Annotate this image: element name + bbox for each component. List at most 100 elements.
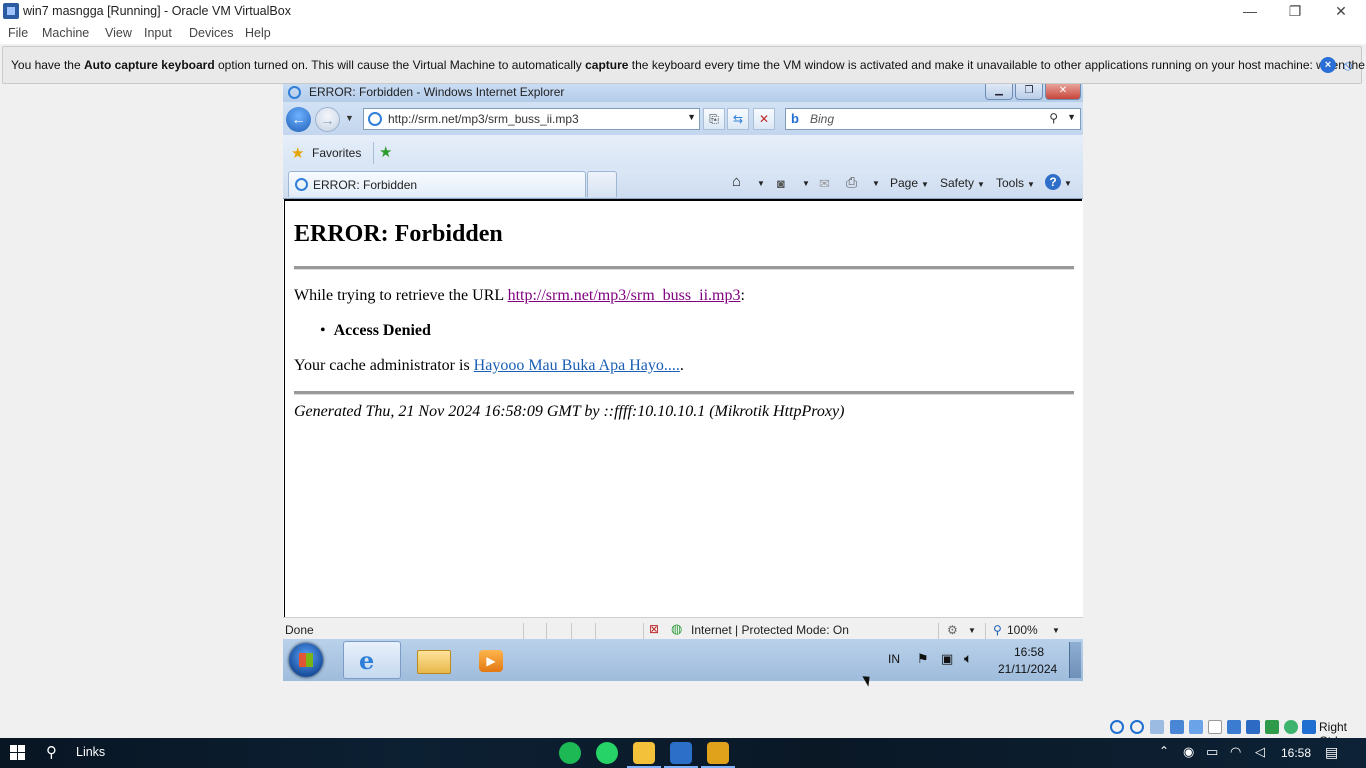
address-dropdown-icon[interactable]: ▼ bbox=[687, 112, 696, 122]
security-zone[interactable]: Internet | Protected Mode: On bbox=[691, 623, 849, 637]
admin-link[interactable]: Hayooo Mau Buka Apa Hayo.... bbox=[474, 357, 680, 374]
display-icon[interactable] bbox=[1227, 720, 1241, 734]
mute-notice-icon[interactable]: ⦸ bbox=[1340, 57, 1356, 73]
notifications-icon[interactable]: ▤ bbox=[1325, 744, 1338, 761]
stop-icon[interactable]: ✕ bbox=[753, 108, 775, 130]
protected-mode-icon[interactable]: ⚙ bbox=[947, 623, 958, 637]
menu-machine[interactable]: Machine bbox=[42, 26, 89, 40]
app-taskbar-icon[interactable] bbox=[707, 742, 729, 764]
back-button[interactable]: ← bbox=[286, 107, 311, 132]
hard-disk-icon[interactable] bbox=[1110, 720, 1124, 734]
keyboard-capture-icon[interactable] bbox=[1302, 720, 1316, 734]
divider bbox=[373, 142, 374, 164]
ie-close-button[interactable]: ✕ bbox=[1045, 84, 1081, 100]
tab-bar: ERROR: Forbidden ⌂ ▼ ◙ ▼ ✉ ⎙ ▼ Page ▼ Saf… bbox=[283, 169, 1083, 199]
action-center-icon[interactable]: ⚑ bbox=[917, 651, 929, 667]
file-explorer-icon[interactable] bbox=[633, 742, 655, 764]
ie-maximize-button[interactable]: ❐ bbox=[1015, 84, 1043, 100]
whatsapp-icon[interactable] bbox=[596, 742, 618, 764]
shared-folders-icon[interactable] bbox=[1208, 720, 1222, 734]
show-hidden-icons[interactable]: ⌃ bbox=[1159, 744, 1169, 758]
optical-drive-icon[interactable] bbox=[1130, 720, 1144, 734]
new-tab-button[interactable] bbox=[587, 171, 617, 197]
menu-view[interactable]: View bbox=[105, 26, 132, 40]
refresh-icon[interactable]: ⇆ bbox=[727, 108, 749, 130]
search-icon[interactable]: ⚲ bbox=[1049, 111, 1058, 125]
ie-navigation-bar: ← → ▼ http://srm.net/mp3/srm_buss_ii.mp3… bbox=[283, 102, 1083, 135]
restore-button[interactable]: ❐ bbox=[1272, 0, 1318, 23]
taskbar-explorer-button[interactable] bbox=[407, 641, 465, 679]
menu-file[interactable]: File bbox=[8, 26, 28, 40]
search-box[interactable]: b Bing ⚲ ▼ bbox=[785, 108, 1081, 130]
zoom-level[interactable]: 100% bbox=[1007, 623, 1038, 637]
protected-mode-dropdown-icon[interactable]: ▼ bbox=[968, 626, 976, 635]
home-icon[interactable]: ⌂ bbox=[732, 173, 741, 190]
favorites-button[interactable]: Favorites bbox=[312, 146, 361, 160]
recording-icon[interactable] bbox=[1246, 720, 1260, 734]
feeds-icon[interactable]: ◙ bbox=[777, 176, 785, 191]
tray-camera-icon[interactable]: ◉ bbox=[1183, 744, 1194, 760]
taskbar-media-player-button[interactable]: ▶ bbox=[469, 641, 527, 679]
divider bbox=[643, 623, 644, 639]
requested-url-link[interactable]: http://srm.net/mp3/srm_buss_ii.mp3 bbox=[508, 287, 741, 304]
close-button[interactable]: ✕ bbox=[1318, 0, 1364, 23]
menu-help[interactable]: Help bbox=[245, 26, 271, 40]
tab-label: ERROR: Forbidden bbox=[313, 178, 418, 192]
taskbar-search-label[interactable]: Links bbox=[76, 745, 105, 759]
mail-icon[interactable]: ✉ bbox=[819, 176, 830, 192]
page-menu[interactable]: Page ▼ bbox=[890, 176, 929, 190]
divider bbox=[595, 623, 596, 639]
taskbar-ie-button[interactable]: e bbox=[343, 641, 401, 679]
add-to-favorites-bar-icon[interactable]: ★ bbox=[379, 143, 392, 161]
safety-menu[interactable]: Safety ▼ bbox=[940, 176, 985, 190]
virtualbox-taskbar-icon[interactable] bbox=[670, 742, 692, 764]
search-options-icon[interactable]: ▼ bbox=[1067, 112, 1076, 122]
cpu-icon[interactable] bbox=[1265, 720, 1279, 734]
close-notice-icon[interactable]: × bbox=[1320, 57, 1336, 73]
forward-button[interactable]: → bbox=[315, 107, 340, 132]
address-bar[interactable]: http://srm.net/mp3/srm_buss_ii.mp3 ▼ bbox=[363, 108, 700, 130]
battery-icon[interactable]: ▭ bbox=[1206, 744, 1218, 760]
guest-additions-icon[interactable] bbox=[1284, 720, 1298, 734]
vm-display[interactable]: ERROR: Forbidden - Windows Internet Expl… bbox=[283, 84, 1083, 681]
keyboard-capture-notice: You have the Auto capture keyboard optio… bbox=[2, 46, 1366, 84]
windows-start-icon[interactable] bbox=[10, 745, 26, 761]
menu-input[interactable]: Input bbox=[144, 26, 172, 40]
tools-menu[interactable]: Tools ▼ bbox=[996, 176, 1035, 190]
help-icon[interactable]: ? bbox=[1045, 174, 1061, 190]
guest-clock-time[interactable]: 16:58 bbox=[1014, 645, 1044, 659]
zoom-dropdown-icon[interactable]: ▼ bbox=[1052, 626, 1060, 635]
menu-devices[interactable]: Devices bbox=[189, 26, 233, 40]
zoom-icon[interactable]: ⚲ bbox=[993, 623, 1002, 637]
guest-clock-date[interactable]: 21/11/2024 bbox=[998, 662, 1057, 676]
speaker-icon[interactable]: ◁ bbox=[1255, 744, 1265, 760]
wifi-icon[interactable]: ◠ bbox=[1230, 744, 1241, 760]
divider bbox=[571, 623, 572, 639]
divider bbox=[938, 623, 939, 639]
ie-minimize-button[interactable]: ▁ bbox=[985, 84, 1013, 100]
compatibility-view-icon[interactable]: ⎘ bbox=[703, 108, 725, 130]
input-language[interactable]: IN bbox=[888, 652, 900, 666]
host-clock[interactable]: 16:58 bbox=[1281, 746, 1311, 760]
print-icon[interactable]: ⎙ bbox=[846, 174, 857, 191]
network-icon[interactable]: ▣ bbox=[941, 651, 953, 667]
show-desktop-button[interactable] bbox=[1069, 642, 1081, 678]
home-dropdown-icon[interactable]: ▼ bbox=[757, 179, 765, 188]
address-input[interactable]: http://srm.net/mp3/srm_buss_ii.mp3 bbox=[388, 112, 579, 126]
print-dropdown-icon[interactable]: ▼ bbox=[872, 179, 880, 188]
network-adapter-icon[interactable] bbox=[1170, 720, 1184, 734]
search-input[interactable]: Bing bbox=[810, 112, 834, 126]
minimize-button[interactable]: — bbox=[1227, 0, 1273, 23]
favorites-star-icon[interactable]: ★ bbox=[291, 144, 304, 162]
blocked-icon[interactable]: ⊠ bbox=[649, 622, 659, 636]
recent-pages-dropdown-icon[interactable]: ▼ bbox=[345, 113, 354, 123]
usb-icon[interactable] bbox=[1189, 720, 1203, 734]
audio-icon[interactable] bbox=[1150, 720, 1164, 734]
search-icon[interactable]: ⚲ bbox=[46, 743, 57, 761]
feeds-dropdown-icon[interactable]: ▼ bbox=[802, 179, 810, 188]
help-dropdown-icon[interactable]: ▼ bbox=[1064, 179, 1072, 188]
spotify-icon[interactable] bbox=[559, 742, 581, 764]
windows-start-button[interactable] bbox=[289, 643, 323, 677]
tab-error-forbidden[interactable]: ERROR: Forbidden bbox=[288, 171, 586, 197]
volume-icon[interactable]: 🔈︎ bbox=[964, 650, 972, 667]
